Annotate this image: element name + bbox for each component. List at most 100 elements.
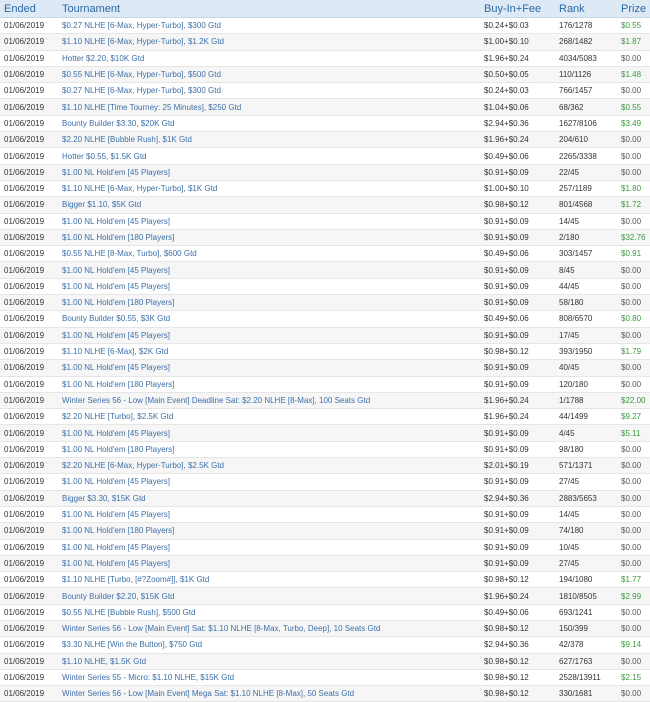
buyin-cell: $0.91+$0.09 (480, 506, 555, 524)
table-row[interactable]: 01/06/2019 $1.00 NL Hold'em [180 Players]… (0, 229, 650, 247)
table-row[interactable]: 01/06/2019 $1.00 NL Hold'em [45 Players] $… (0, 555, 650, 573)
table-row[interactable]: 01/06/2019 Winter Series 56 - Low [Main E… (0, 392, 650, 410)
column-header-prize[interactable]: Prize (617, 0, 650, 18)
table-row[interactable]: 01/06/2019 $1.00 NL Hold'em [45 Players] $… (0, 327, 650, 344)
table-row[interactable]: 01/06/2019 $0.27 NLHE [6-Max, Hyper-Turbo… (0, 17, 650, 35)
table-row[interactable]: 01/06/2019 Bigger $3.30, $15K Gtd $2.94+$0… (0, 490, 650, 507)
tournament-link[interactable]: $1.10 NLHE [6-Max], $2K Gtd (58, 343, 480, 361)
table-row[interactable]: 01/06/2019 $1.00 NL Hold'em [45 Players] $… (0, 278, 650, 296)
rank-cell: 44/45 (555, 278, 617, 296)
tournament-link[interactable]: $1.00 NL Hold'em [180 Players] (58, 441, 480, 459)
tournament-link[interactable]: $1.00 NL Hold'em [45 Players] (58, 164, 480, 181)
table-row[interactable]: 01/06/2019 $0.55 NLHE [8-Max, Turbo], $60… (0, 245, 650, 263)
table-row[interactable]: 01/06/2019 $1.00 NL Hold'em [45 Players] $… (0, 261, 650, 279)
tournament-link[interactable]: $1.00 NL Hold'em [45 Players] (58, 424, 480, 442)
table-row[interactable]: 01/06/2019 $1.10 NLHE [Time Tourney: 25 M… (0, 98, 650, 116)
table-row[interactable]: 01/06/2019 $1.00 NL Hold'em [45 Players] $… (0, 539, 650, 556)
table-row[interactable]: 01/06/2019 $3.30 NLHE [Win the Button], $… (0, 636, 650, 654)
tournament-link[interactable]: Bounty Builder $2.20, $15K Gtd (58, 587, 480, 605)
table-row[interactable]: 01/06/2019 Winter Series 56 - Low [Main E… (0, 620, 650, 638)
tournament-link[interactable]: $1.00 NL Hold'em [45 Players] (58, 506, 480, 524)
prize-cell: $0.00 (617, 50, 650, 67)
tournament-link[interactable]: Winter Series 55 - Micro: $1.10 NLHE, $1… (58, 669, 480, 687)
buyin-cell: $1.96+$0.24 (480, 50, 555, 67)
table-row[interactable]: 01/06/2019 Bigger $1.10, $5K Gtd $0.98+$0.… (0, 196, 650, 214)
tournament-link[interactable]: Winter Series 56 - Low [Main Event] Dead… (58, 392, 480, 410)
tournament-link[interactable]: $1.00 NL Hold'em [45 Players] (58, 473, 480, 491)
tournament-link[interactable]: $2.20 NLHE [Turbo], $2.5K Gtd (58, 408, 480, 426)
tournament-link[interactable]: $1.00 NL Hold'em [45 Players] (58, 278, 480, 296)
table-row[interactable]: 01/06/2019 $1.10 NLHE, $1.5K Gtd $0.98+$0.… (0, 653, 650, 670)
tournament-link[interactable]: $1.00 NL Hold'em [45 Players] (58, 539, 480, 556)
tournament-link[interactable]: $2.20 NLHE [6-Max, Hyper-Turbo], $2.5K G… (58, 457, 480, 475)
tournament-link[interactable]: $0.55 NLHE [Bubble Rush], $500 Gtd (58, 604, 480, 621)
column-header-buyin[interactable]: Buy-In+Fee (480, 0, 555, 18)
table-row[interactable]: 01/06/2019 $1.10 NLHE [6-Max], $2K Gtd $0.… (0, 343, 650, 361)
tournament-link[interactable]: $1.00 NL Hold'em [180 Players] (58, 522, 480, 540)
tournament-link[interactable]: $0.55 NLHE [6-Max, Hyper-Turbo], $500 Gt… (58, 66, 480, 84)
tournament-link[interactable]: Bounty Builder $3.30, $20K Gtd (58, 115, 480, 133)
tournament-link[interactable]: $1.00 NL Hold'em [45 Players] (58, 261, 480, 279)
column-header-ended[interactable]: Ended (0, 0, 58, 18)
table-row[interactable]: 01/06/2019 $1.00 NL Hold'em [45 Players] $… (0, 424, 650, 442)
tournament-link[interactable]: $1.00 NL Hold'em [45 Players] (58, 327, 480, 344)
tournament-link[interactable]: $2.20 NLHE [Bubble Rush], $1K Gtd (58, 131, 480, 149)
tournament-link[interactable]: Hotter $2.20, $10K Gtd (58, 50, 480, 67)
table-row[interactable]: 01/06/2019 $2.20 NLHE [6-Max, Hyper-Turbo… (0, 457, 650, 475)
table-row[interactable]: 01/06/2019 Bounty Builder $0.55, $3K Gtd $… (0, 310, 650, 328)
tournament-link[interactable]: $0.27 NLHE [6-Max, Hyper-Turbo], $300 Gt… (58, 82, 480, 100)
table-row[interactable]: 01/06/2019 Hotter $2.20, $10K Gtd $1.96+$0… (0, 50, 650, 67)
tournament-link[interactable]: Winter Series 56 - Low [Main Event] Sat:… (58, 620, 480, 638)
tournament-link[interactable]: $3.30 NLHE [Win the Button], $750 Gtd (58, 636, 480, 654)
table-row[interactable]: 01/06/2019 $1.00 NL Hold'em [180 Players]… (0, 522, 650, 540)
table-row[interactable]: 01/06/2019 Winter Series 55 - Micro: $1.1… (0, 669, 650, 687)
table-row[interactable]: 01/06/2019 Hotter $0.55, $1.5K Gtd $0.49+$… (0, 147, 650, 165)
column-header-rank[interactable]: Rank (555, 0, 617, 18)
buyin-cell: $1.96+$0.24 (480, 408, 555, 426)
table-row[interactable]: 01/06/2019 $1.00 NL Hold'em [180 Players]… (0, 376, 650, 393)
table-row[interactable]: 01/06/2019 Bounty Builder $3.30, $20K Gtd… (0, 115, 650, 133)
buyin-cell: $0.24+$0.03 (480, 17, 555, 35)
tournament-link[interactable]: $1.00 NL Hold'em [45 Players] (58, 213, 480, 230)
tournament-link[interactable]: Bigger $1.10, $5K Gtd (58, 196, 480, 214)
ended-cell: 01/06/2019 (0, 213, 58, 230)
table-row[interactable]: 01/06/2019 $1.00 NL Hold'em [180 Players]… (0, 441, 650, 459)
tournament-link[interactable]: $1.10 NLHE [Turbo, [#?Zoom#]], $1K Gtd (58, 571, 480, 589)
tournament-link[interactable]: $1.00 NL Hold'em [180 Players] (58, 229, 480, 247)
tournament-link[interactable]: $0.55 NLHE [8-Max, Turbo], $600 Gtd (58, 245, 480, 263)
ended-cell: 01/06/2019 (0, 147, 58, 165)
tournament-link[interactable]: $0.27 NLHE [6-Max, Hyper-Turbo], $300 Gt… (58, 17, 480, 35)
table-row[interactable]: 01/06/2019 $0.55 NLHE [Bubble Rush], $500… (0, 604, 650, 621)
table-row[interactable]: 01/06/2019 $1.00 NL Hold'em [180 Players]… (0, 294, 650, 312)
table-row[interactable]: 01/06/2019 $0.27 NLHE [6-Max, Hyper-Turbo… (0, 82, 650, 100)
ended-cell: 01/06/2019 (0, 392, 58, 410)
table-row[interactable]: 01/06/2019 $0.55 NLHE [6-Max, Hyper-Turbo… (0, 66, 650, 84)
tournament-link[interactable]: $1.10 NLHE [6-Max, Hyper-Turbo], $1K Gtd (58, 180, 480, 198)
table-row[interactable]: 01/06/2019 $2.20 NLHE [Bubble Rush], $1K … (0, 131, 650, 149)
tournament-link[interactable]: Bounty Builder $0.55, $3K Gtd (58, 310, 480, 328)
table-row[interactable]: 01/06/2019 $1.00 NL Hold'em [45 Players] $… (0, 359, 650, 377)
tournament-link[interactable]: $1.10 NLHE [Time Tourney: 25 Minutes], $… (58, 98, 480, 116)
column-header-tournament[interactable]: Tournament (58, 0, 480, 18)
tournament-link[interactable]: $1.00 NL Hold'em [180 Players] (58, 294, 480, 312)
tournament-link[interactable]: Bigger $3.30, $15K Gtd (58, 490, 480, 507)
tournament-link[interactable]: Hotter $0.55, $1.5K Gtd (58, 147, 480, 165)
table-row[interactable]: 01/06/2019 $1.00 NL Hold'em [45 Players] $… (0, 506, 650, 524)
table-row[interactable]: 01/06/2019 $2.20 NLHE [Turbo], $2.5K Gtd $… (0, 408, 650, 426)
tournament-link[interactable]: $1.00 NL Hold'em [45 Players] (58, 359, 480, 377)
table-row[interactable]: 01/06/2019 $1.00 NL Hold'em [45 Players] $… (0, 473, 650, 491)
table-row[interactable]: 01/06/2019 $1.10 NLHE [Turbo, [#?Zoom#]],… (0, 571, 650, 589)
tournament-link[interactable]: $1.00 NL Hold'em [180 Players] (58, 376, 480, 393)
tournament-link[interactable]: $1.00 NL Hold'em [45 Players] (58, 555, 480, 573)
prize-cell: $0.00 (617, 653, 650, 670)
tournament-link[interactable]: $1.10 NLHE, $1.5K Gtd (58, 653, 480, 670)
ended-cell: 01/06/2019 (0, 115, 58, 133)
table-row[interactable]: 01/06/2019 $1.10 NLHE [6-Max, Hyper-Turbo… (0, 33, 650, 51)
table-row[interactable]: 01/06/2019 Bounty Builder $2.20, $15K Gtd… (0, 587, 650, 605)
buyin-cell: $0.91+$0.09 (480, 473, 555, 491)
buyin-cell: $0.98+$0.12 (480, 343, 555, 361)
table-row[interactable]: 01/06/2019 $1.00 NL Hold'em [45 Players] $… (0, 164, 650, 181)
tournament-link[interactable]: $1.10 NLHE [6-Max, Hyper-Turbo], $1.2K G… (58, 33, 480, 51)
table-row[interactable]: 01/06/2019 $1.00 NL Hold'em [45 Players] $… (0, 213, 650, 230)
table-row[interactable]: 01/06/2019 $1.10 NLHE [6-Max, Hyper-Turbo… (0, 180, 650, 198)
